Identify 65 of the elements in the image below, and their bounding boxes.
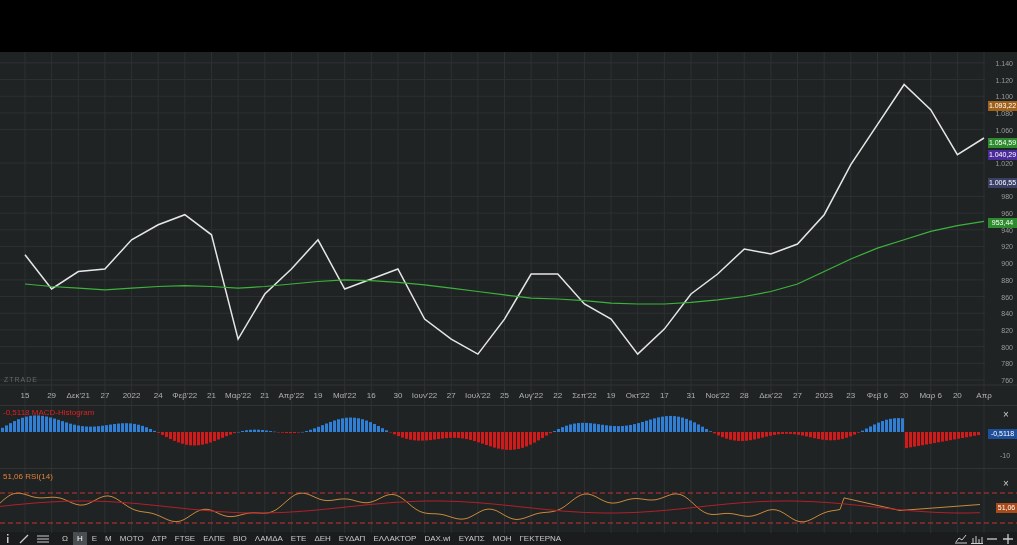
x-axis-label: 25 bbox=[500, 391, 509, 400]
toolbar-tab[interactable]: ΜΟΤΟ bbox=[116, 532, 147, 545]
x-axis-label: 24 bbox=[153, 391, 163, 400]
toolbar-tab[interactable]: ΕΛΠΕ bbox=[200, 532, 228, 545]
x-axis-label: 2023 bbox=[815, 391, 834, 400]
toolbar-tab[interactable]: Ε bbox=[88, 532, 101, 545]
toolbar-tab[interactable]: ΔΕΗ bbox=[311, 532, 334, 545]
x-axis-label: 27 bbox=[793, 391, 802, 400]
x-axis-label: Απρ'22 bbox=[278, 391, 305, 400]
x-axis-label: 31 bbox=[686, 391, 696, 400]
toolbar-tab[interactable]: Ω bbox=[59, 532, 71, 545]
x-axis-label: 2022 bbox=[122, 391, 141, 400]
chart-type-icon[interactable] bbox=[955, 533, 967, 544]
x-axis-label: 27 bbox=[100, 391, 110, 400]
list-icon[interactable] bbox=[37, 534, 49, 543]
x-axis-label: 28 bbox=[739, 391, 749, 400]
x-axis-label: Δεκ'21 bbox=[66, 391, 90, 400]
x-axis-label: 20 bbox=[899, 391, 909, 400]
x-axis-label: Μαρ'22 bbox=[225, 391, 252, 400]
toolbar-tab[interactable]: ΜΟΗ bbox=[489, 532, 515, 545]
x-axis-label: 19 bbox=[313, 391, 323, 400]
x-axis-label: Νοε'22 bbox=[705, 391, 730, 400]
bar-chart-icon[interactable] bbox=[971, 533, 983, 544]
x-axis-label: 23 bbox=[846, 391, 856, 400]
toolbar-tab[interactable]: ΕΥΔΑΠ bbox=[335, 532, 369, 545]
x-axis-label: Μαϊ'22 bbox=[332, 391, 357, 400]
toolbar-tab[interactable]: ΒΙΟ bbox=[230, 532, 250, 545]
x-axis-label: Αυγ'22 bbox=[519, 391, 544, 400]
x-axis-label: Δεκ'22 bbox=[759, 391, 783, 400]
x-axis-label: Απρ bbox=[976, 391, 992, 400]
plus-icon[interactable] bbox=[1003, 533, 1013, 544]
x-axis-label: Ιουλ'22 bbox=[465, 391, 491, 400]
x-axis-label: 15 bbox=[20, 391, 30, 400]
toolbar-tab[interactable]: ΕΥΑΠΣ bbox=[455, 532, 488, 545]
toolbar-tab[interactable]: FTSE bbox=[171, 532, 199, 545]
toolbar-tab[interactable]: ΛΑΜΔΑ bbox=[251, 532, 286, 545]
x-axis-label: Φεβ'22 bbox=[172, 391, 198, 400]
toolbar-tab[interactable]: ΔΤΡ bbox=[148, 532, 170, 545]
toolbar-tab[interactable]: Μ bbox=[102, 532, 115, 545]
toolbar-tab[interactable]: ΕΤΕ bbox=[287, 532, 310, 545]
toolbar-tab[interactable]: ΕΛΛΑΚΤΟΡ bbox=[370, 532, 420, 545]
close-button[interactable]: × bbox=[1003, 479, 1009, 489]
close-button[interactable]: × bbox=[1003, 410, 1009, 420]
indicator-label: 51,06 RSI(14) bbox=[3, 471, 53, 483]
pencil-icon[interactable] bbox=[19, 533, 29, 544]
indicator-label: -0,5118 MACD-Histogram bbox=[3, 407, 95, 419]
x-axis-label: Σεπ'22 bbox=[572, 391, 597, 400]
toolbar-tab[interactable]: ΓΕΚΤΕΡΝΑ bbox=[516, 532, 565, 545]
x-axis-label: 20 bbox=[952, 391, 962, 400]
toolbar-tab[interactable]: Η bbox=[73, 532, 87, 545]
x-axis-label: 17 bbox=[659, 391, 669, 400]
x-axis-label: 21 bbox=[207, 391, 216, 400]
x-axis-label: 16 bbox=[366, 391, 376, 400]
x-axis-label: Μαρ 6 bbox=[919, 391, 942, 400]
x-axis-label: Οκτ'22 bbox=[625, 391, 650, 400]
x-axis-label: 22 bbox=[553, 391, 563, 400]
x-axis-label: Φεβ 6 bbox=[866, 391, 889, 400]
info-icon[interactable] bbox=[6, 534, 9, 543]
x-axis-label: Ιουν'22 bbox=[411, 391, 438, 400]
x-axis-label: 27 bbox=[446, 391, 456, 400]
toolbar-tab[interactable]: DAX.wi bbox=[421, 532, 454, 545]
x-axis-label: 30 bbox=[393, 391, 403, 400]
x-axis-label: 29 bbox=[47, 391, 57, 400]
x-axis-label: 21 bbox=[260, 391, 270, 400]
x-axis-label: 19 bbox=[606, 391, 616, 400]
